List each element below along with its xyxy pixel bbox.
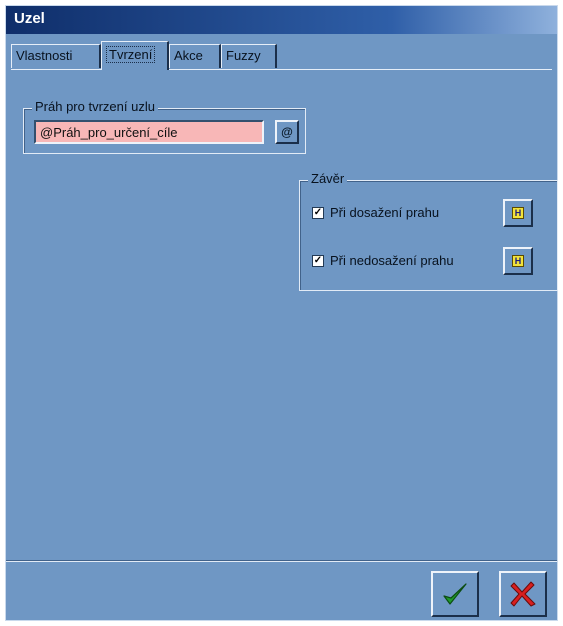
tab-label: Akce <box>174 48 203 63</box>
footer-separator <box>6 560 557 562</box>
edit-action-button-nedosazeni[interactable]: H <box>503 247 533 275</box>
dialog-window: Uzel Vlastnosti Tvrzení Akce Fuzzy Práh … <box>5 5 558 621</box>
threshold-legend: Práh pro tvrzení uzlu <box>32 99 158 114</box>
checkmark-icon: ✓ <box>313 207 323 218</box>
checkmark-icon: ✓ <box>313 255 323 266</box>
conclusion-group: Závěr ✓ Při dosažení prahu H ✓ Při nedos… <box>299 171 558 291</box>
tab-vlastnosti[interactable]: Vlastnosti <box>11 44 101 68</box>
title-bar[interactable]: Uzel <box>6 6 557 34</box>
ok-button[interactable] <box>431 571 479 617</box>
tab-divider <box>11 69 552 70</box>
edit-action-icon: H <box>512 207 524 219</box>
at-sign-icon: @ <box>281 125 293 139</box>
tab-tvrzeni[interactable]: Tvrzení <box>101 41 169 70</box>
window-title: Uzel <box>14 10 45 27</box>
checkbox-pri-nedosazeni[interactable]: ✓ <box>312 255 324 267</box>
tab-fuzzy[interactable]: Fuzzy <box>221 44 277 68</box>
cancel-button[interactable] <box>499 571 547 617</box>
checkbox-label-pri-dosazeni: Při dosažení prahu <box>330 205 440 220</box>
tab-akce[interactable]: Akce <box>169 44 221 68</box>
checkbox-label-pri-nedosazeni: Při nedosažení prahu <box>330 253 454 268</box>
checkmark-icon <box>443 583 467 605</box>
edit-action-button-dosazeni[interactable]: H <box>503 199 533 227</box>
edit-action-icon: H <box>512 255 524 267</box>
close-icon <box>510 581 536 607</box>
tab-label: Vlastnosti <box>16 48 73 63</box>
threshold-group: Práh pro tvrzení uzlu @ <box>23 99 306 154</box>
checkbox-pri-dosazeni[interactable]: ✓ <box>312 207 324 219</box>
conclusion-legend: Závěr <box>308 171 348 186</box>
tab-label: Fuzzy <box>226 48 261 63</box>
insert-variable-button[interactable]: @ <box>275 120 299 144</box>
tab-label: Tvrzení <box>106 46 156 63</box>
threshold-input[interactable] <box>34 120 264 144</box>
